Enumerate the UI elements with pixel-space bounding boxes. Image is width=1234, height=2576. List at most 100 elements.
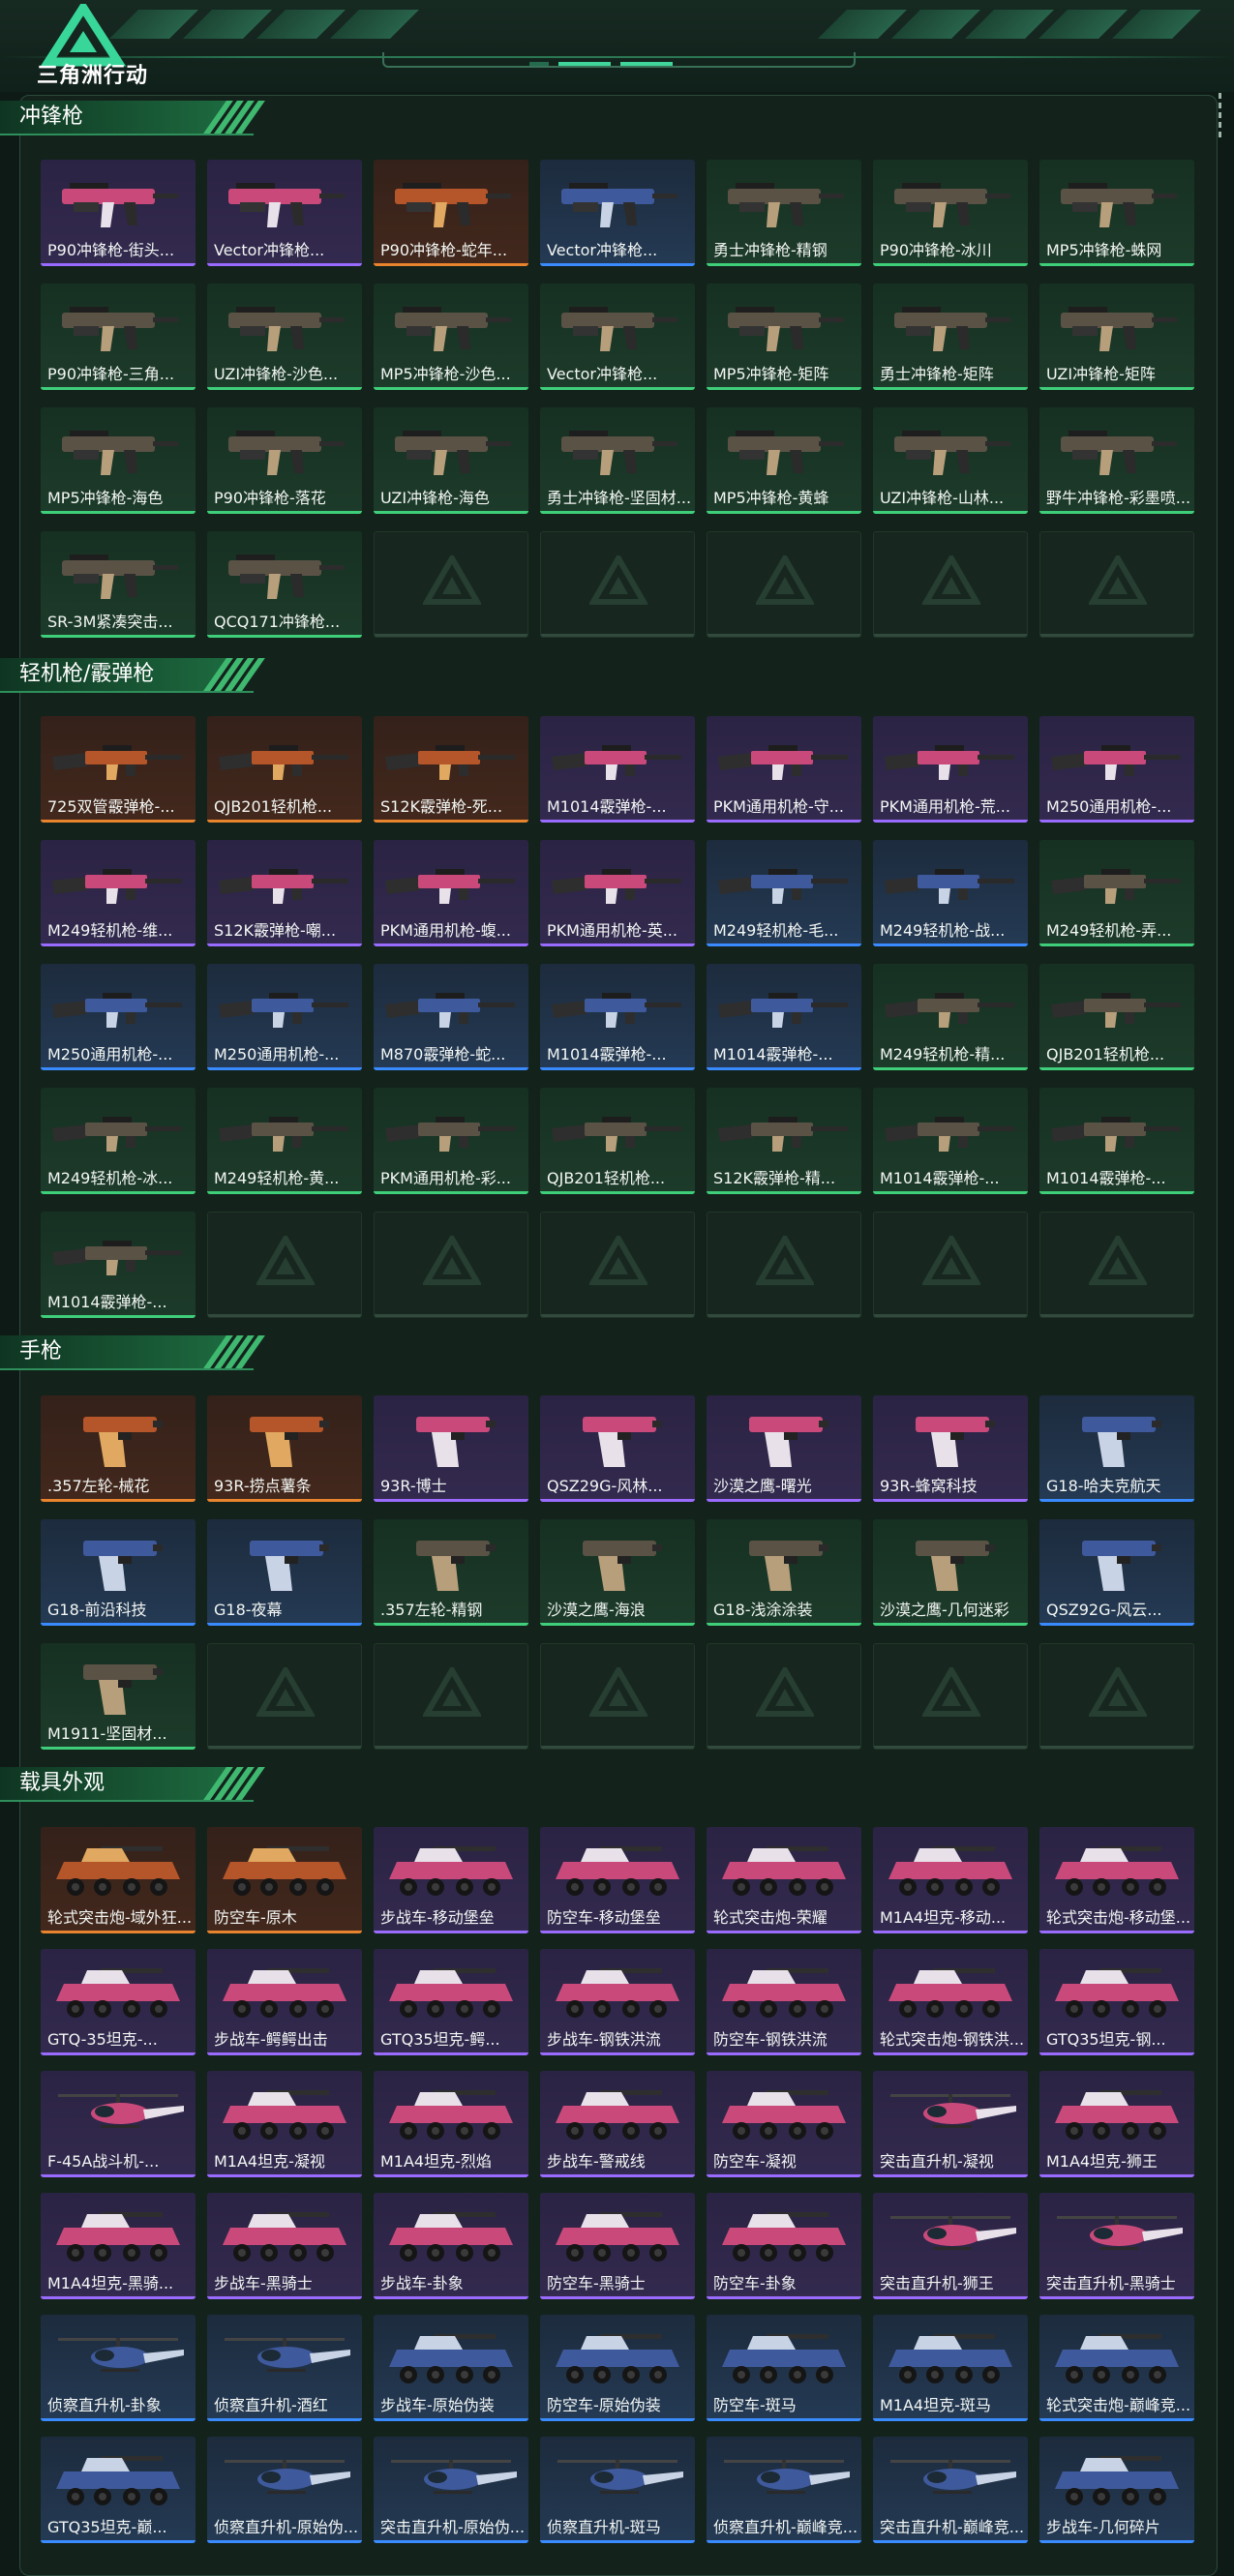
item-card[interactable]: 防空车-移动堡垒	[540, 1827, 695, 1933]
item-card[interactable]: UZI冲锋枪-海色	[374, 407, 528, 514]
item-card[interactable]: M249轻机枪-维...	[41, 840, 196, 946]
item-card[interactable]: M1A4坦克-狮王	[1039, 2071, 1194, 2177]
item-card[interactable]: M1014霰弹枪-...	[873, 1088, 1028, 1194]
item-card[interactable]: 突击直升机-凝视	[873, 2071, 1028, 2177]
item-card[interactable]: GTQ-35坦克-...	[41, 1949, 196, 2055]
item-card[interactable]: 93R-蜂窝科技	[873, 1395, 1028, 1502]
item-card[interactable]: M870霰弹枪-蛇...	[374, 964, 528, 1070]
item-card[interactable]: Vector冲锋枪...	[540, 160, 695, 266]
item-card[interactable]: M1014霰弹枪-...	[41, 1212, 196, 1318]
item-card[interactable]: PKM通用机枪-蝮...	[374, 840, 528, 946]
item-card[interactable]: MP5冲锋枪-黄蜂	[707, 407, 861, 514]
item-card[interactable]: 轮式突击炮-域外狂...	[41, 1827, 196, 1933]
item-card[interactable]: PKM通用机枪-荒...	[873, 716, 1028, 823]
item-card[interactable]: M1014霰弹枪-...	[1039, 1088, 1194, 1194]
scrollbar[interactable]	[1218, 93, 1223, 153]
item-card[interactable]: 侦察直升机-卦象	[41, 2315, 196, 2421]
item-card[interactable]: MP5冲锋枪-矩阵	[707, 284, 861, 390]
item-card[interactable]: 防空车-钢铁洪流	[707, 1949, 861, 2055]
item-card[interactable]: M249轻机枪-弄...	[1039, 840, 1194, 946]
item-card[interactable]: 勇士冲锋枪-坚固材...	[540, 407, 695, 514]
item-card[interactable]: 步战车-鳄鳄出击	[207, 1949, 362, 2055]
item-card[interactable]: 93R-博士	[374, 1395, 528, 1502]
item-card[interactable]: 步战车-警戒线	[540, 2071, 695, 2177]
item-card[interactable]: S12K霰弹枪-嘲...	[207, 840, 362, 946]
item-card[interactable]: M249轻机枪-精...	[873, 964, 1028, 1070]
item-card[interactable]: 轮式突击炮-移动堡...	[1039, 1827, 1194, 1933]
item-card[interactable]: 防空车-原木	[207, 1827, 362, 1933]
item-card[interactable]: 勇士冲锋枪-精钢	[707, 160, 861, 266]
item-card[interactable]: 步战车-原始伪装	[374, 2315, 528, 2421]
item-card[interactable]: MP5冲锋枪-蛛网	[1039, 160, 1194, 266]
item-card[interactable]: 步战车-卦象	[374, 2193, 528, 2299]
item-card[interactable]: M1A4坦克-斑马	[873, 2315, 1028, 2421]
item-card[interactable]: 突击直升机-狮王	[873, 2193, 1028, 2299]
item-card[interactable]: M1A4坦克-烈焰	[374, 2071, 528, 2177]
item-card[interactable]: 突击直升机-巅峰竞...	[873, 2437, 1028, 2543]
item-card[interactable]: P90冲锋枪-落花	[207, 407, 362, 514]
item-card[interactable]: M1911-坚固材...	[41, 1643, 196, 1750]
item-card[interactable]: 步战车-钢铁洪流	[540, 1949, 695, 2055]
item-card[interactable]: GTQ35坦克-钢...	[1039, 1949, 1194, 2055]
item-card[interactable]: 轮式突击炮-钢铁洪...	[873, 1949, 1028, 2055]
item-card[interactable]: P90冲锋枪-三角...	[41, 284, 196, 390]
item-card[interactable]: G18-前沿科技	[41, 1519, 196, 1626]
item-card[interactable]: .357左轮-械花	[41, 1395, 196, 1502]
item-card[interactable]: GTQ35坦克-鳄...	[374, 1949, 528, 2055]
item-card[interactable]: 防空车-斑马	[707, 2315, 861, 2421]
item-card[interactable]: 步战车-几何碎片	[1039, 2437, 1194, 2543]
item-card[interactable]: 侦察直升机-巅峰竞...	[707, 2437, 861, 2543]
item-card[interactable]: 轮式突击炮-巅峰竞...	[1039, 2315, 1194, 2421]
item-card[interactable]: P90冲锋枪-街头...	[41, 160, 196, 266]
item-card[interactable]: G18-哈夫克航天	[1039, 1395, 1194, 1502]
item-card[interactable]: Vector冲锋枪...	[540, 284, 695, 390]
item-card[interactable]: 725双管霰弹枪-...	[41, 716, 196, 823]
item-card[interactable]: 勇士冲锋枪-矩阵	[873, 284, 1028, 390]
item-card[interactable]: 沙漠之鹰-几何迷彩	[873, 1519, 1028, 1626]
item-card[interactable]: MP5冲锋枪-海色	[41, 407, 196, 514]
item-card[interactable]: M249轻机枪-冰...	[41, 1088, 196, 1194]
item-card[interactable]: M250通用机枪-...	[207, 964, 362, 1070]
item-card[interactable]: 防空车-凝视	[707, 2071, 861, 2177]
item-card[interactable]: PKM通用机枪-英...	[540, 840, 695, 946]
item-card[interactable]: G18-夜幕	[207, 1519, 362, 1626]
item-card[interactable]: 突击直升机-原始伪...	[374, 2437, 528, 2543]
item-card[interactable]: 野牛冲锋枪-彩墨喷...	[1039, 407, 1194, 514]
item-card[interactable]: 防空车-原始伪装	[540, 2315, 695, 2421]
item-card[interactable]: F-45A战斗机-...	[41, 2071, 196, 2177]
item-card[interactable]: GTQ35坦克-巅...	[41, 2437, 196, 2543]
item-card[interactable]: UZI冲锋枪-山林...	[873, 407, 1028, 514]
item-card[interactable]: 侦察直升机-原始伪...	[207, 2437, 362, 2543]
item-card[interactable]: P90冲锋枪-蛇年...	[374, 160, 528, 266]
item-card[interactable]: 侦察直升机-酒红	[207, 2315, 362, 2421]
item-card[interactable]: M1A4坦克-移动...	[873, 1827, 1028, 1933]
item-card[interactable]: QJB201轻机枪...	[540, 1088, 695, 1194]
item-card[interactable]: SR-3M紧凑突击...	[41, 531, 196, 638]
item-card[interactable]: M1014霰弹枪-...	[540, 716, 695, 823]
item-card[interactable]: UZI冲锋枪-沙色...	[207, 284, 362, 390]
item-card[interactable]: G18-浅涂涂装	[707, 1519, 861, 1626]
item-card[interactable]: Vector冲锋枪...	[207, 160, 362, 266]
item-card[interactable]: M1A4坦克-黑骑...	[41, 2193, 196, 2299]
item-card[interactable]: 防空车-卦象	[707, 2193, 861, 2299]
item-card[interactable]: M1A4坦克-凝视	[207, 2071, 362, 2177]
item-card[interactable]: 步战车-黑骑士	[207, 2193, 362, 2299]
item-card[interactable]: 步战车-移动堡垒	[374, 1827, 528, 1933]
item-card[interactable]: .357左轮-精钢	[374, 1519, 528, 1626]
item-card[interactable]: S12K霰弹枪-精...	[707, 1088, 861, 1194]
item-card[interactable]: 沙漠之鹰-海浪	[540, 1519, 695, 1626]
item-card[interactable]: 沙漠之鹰-曙光	[707, 1395, 861, 1502]
item-card[interactable]: P90冲锋枪-冰川	[873, 160, 1028, 266]
item-card[interactable]: MP5冲锋枪-沙色...	[374, 284, 528, 390]
item-card[interactable]: 突击直升机-黑骑士	[1039, 2193, 1194, 2299]
item-card[interactable]: QSZ29G-风林...	[540, 1395, 695, 1502]
item-card[interactable]: QCQ171冲锋枪...	[207, 531, 362, 638]
item-card[interactable]: 侦察直升机-斑马	[540, 2437, 695, 2543]
item-card[interactable]: PKM通用机枪-彩...	[374, 1088, 528, 1194]
item-card[interactable]: M250通用机枪-...	[1039, 716, 1194, 823]
item-card[interactable]: 93R-捞点薯条	[207, 1395, 362, 1502]
item-card[interactable]: QJB201轻机枪...	[1039, 964, 1194, 1070]
item-card[interactable]: UZI冲锋枪-矩阵	[1039, 284, 1194, 390]
item-card[interactable]: QJB201轻机枪...	[207, 716, 362, 823]
item-card[interactable]: M250通用机枪-...	[41, 964, 196, 1070]
